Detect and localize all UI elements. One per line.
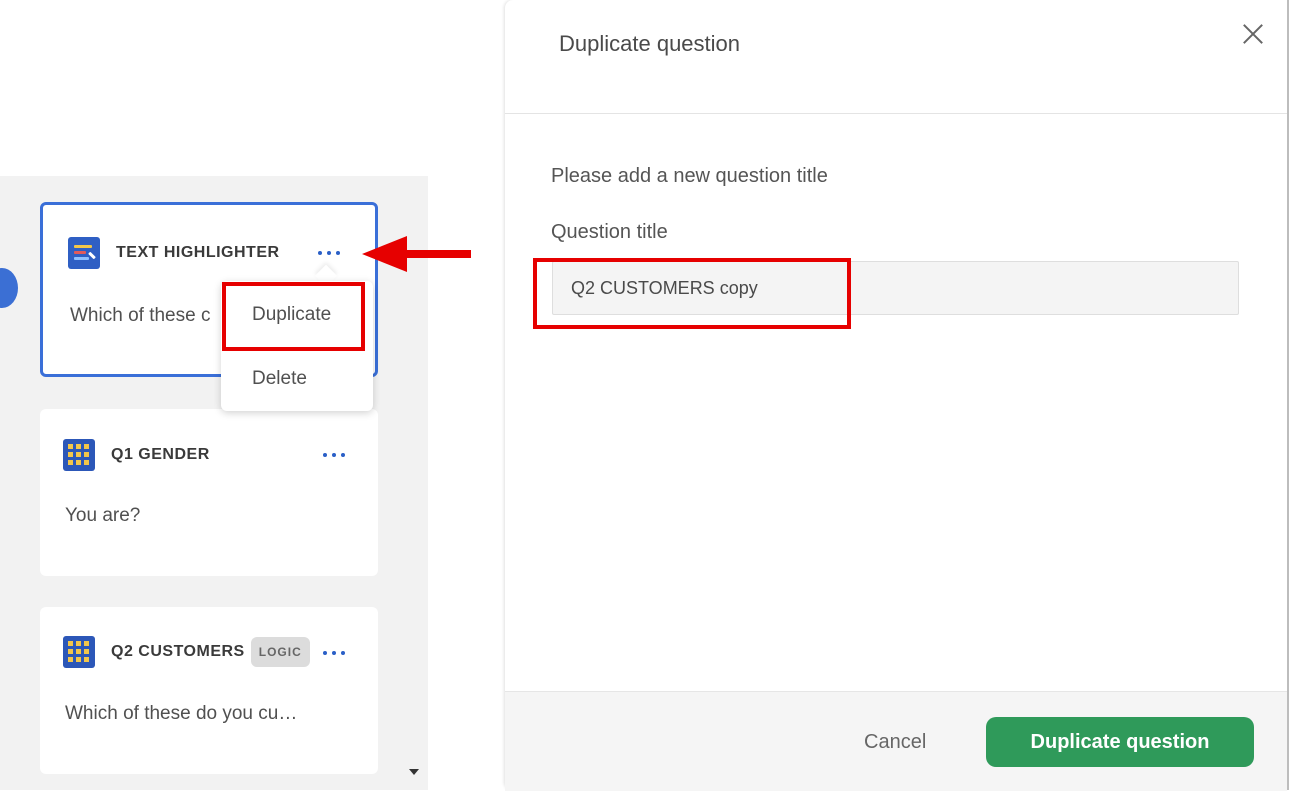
question-title: Q2 CUSTOMERS	[111, 643, 245, 660]
question-title: Q1 GENDER	[111, 446, 210, 463]
more-options-icon[interactable]	[318, 251, 340, 255]
field-label: Question title	[551, 221, 668, 243]
logic-badge: LOGIC	[250, 637, 310, 667]
duplicate-question-dialog: Duplicate question Please add a new ques…	[505, 0, 1287, 791]
dialog-title: Duplicate question	[559, 31, 741, 56]
duplicate-question-button[interactable]: Duplicate question	[986, 717, 1254, 767]
question-text: Which of these c	[70, 305, 211, 326]
scroll-down-arrow-icon[interactable]	[409, 769, 419, 775]
question-text: Which of these do you cu…	[65, 703, 298, 724]
annotation-arrow-line	[405, 250, 471, 258]
dialog-footer: Cancel Duplicate question	[505, 691, 1287, 791]
question-text: You are?	[65, 505, 141, 526]
text-highlighter-icon	[68, 237, 100, 269]
annotation-arrow-head	[362, 236, 407, 272]
divider	[505, 113, 1287, 114]
close-icon[interactable]	[1242, 22, 1264, 44]
grid-question-icon	[63, 636, 95, 668]
grid-question-icon	[63, 439, 95, 471]
more-options-icon[interactable]	[323, 453, 345, 457]
highlight-box-duplicate	[222, 282, 365, 351]
step-indicator	[0, 268, 18, 308]
question-card-q1-gender[interactable]: Q1 GENDER You are?	[40, 409, 378, 576]
menu-item-delete[interactable]: Delete	[252, 368, 307, 390]
highlight-box-title-input	[533, 258, 851, 329]
question-title: TEXT HIGHLIGHTER	[116, 244, 280, 261]
cancel-button[interactable]: Cancel	[864, 731, 926, 754]
question-card-q2-customers[interactable]: Q2 CUSTOMERS LOGIC Which of these do you…	[40, 607, 378, 774]
more-options-icon[interactable]	[323, 651, 345, 655]
instruction-text: Please add a new question title	[551, 165, 828, 187]
